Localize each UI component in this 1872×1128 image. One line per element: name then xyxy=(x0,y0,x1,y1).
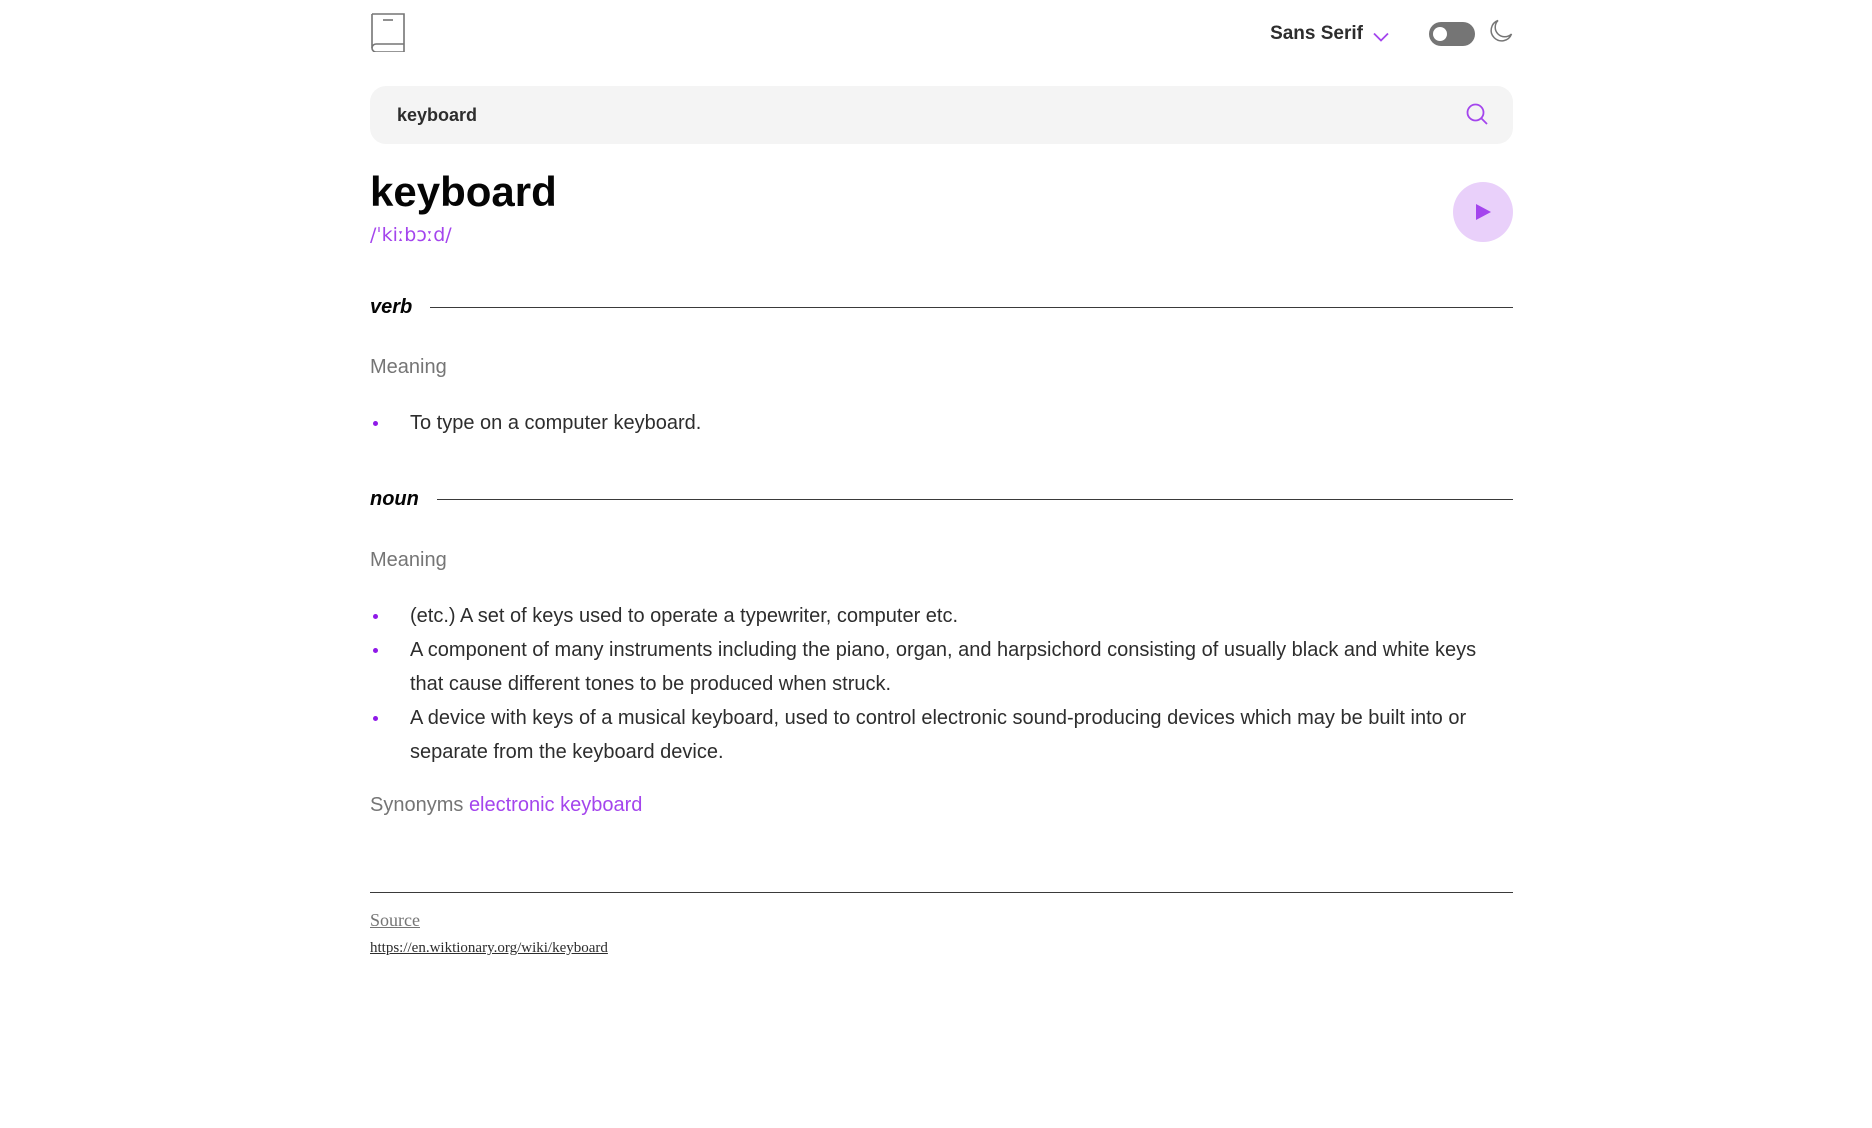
definition-list-verb: To type on a computer keyboard. xyxy=(370,406,1513,440)
word-title: keyboard xyxy=(370,168,557,215)
definition-item: (etc.) A set of keys used to operate a t… xyxy=(370,599,1513,633)
meaning-heading: Meaning xyxy=(370,549,447,571)
search-bar xyxy=(370,86,1513,144)
part-of-speech-label: verb xyxy=(370,295,413,318)
definition-text: A component of many instruments includin… xyxy=(410,639,1477,695)
definition-text: To type on a computer keyboard. xyxy=(410,412,702,434)
bullet xyxy=(373,716,378,721)
definition-list-noun: (etc.) A set of keys used to operate a t… xyxy=(370,599,1513,769)
moon-icon xyxy=(1489,19,1513,43)
definition-text: (etc.) A set of keys used to operate a t… xyxy=(410,605,959,627)
app-header: Sans Serif xyxy=(370,0,1513,60)
section-divider xyxy=(436,498,1513,500)
play-icon xyxy=(1476,204,1491,220)
synonyms-row: Synonyms electronic keyboard xyxy=(370,794,642,817)
font-selector[interactable]: Sans Serif xyxy=(1270,20,1389,48)
chevron-down-icon xyxy=(1373,29,1389,42)
synonym-link[interactable]: electronic keyboard xyxy=(469,794,642,816)
bullet xyxy=(373,421,378,426)
source-link[interactable]: https://en.wiktionary.org/wiki/keyboard xyxy=(370,940,608,957)
section-divider xyxy=(430,306,1513,308)
definition-text: A device with keys of a musical keyboard… xyxy=(410,707,1467,763)
phonetic-text: /ˈkiːbɔːd/ xyxy=(370,224,452,246)
source-label: Source xyxy=(370,910,420,930)
font-selector-label: Sans Serif xyxy=(1270,23,1363,44)
part-of-speech-verb: verb xyxy=(370,292,1513,322)
definition-item: A device with keys of a musical keyboard… xyxy=(370,701,1513,769)
dictionary-page: Sans Serif keyboard keyboard /ˈkiːbɔːd/ … xyxy=(0,0,1872,1128)
theme-toggle[interactable] xyxy=(1429,22,1475,46)
footer-divider xyxy=(370,892,1513,893)
definition-item: A component of many instruments includin… xyxy=(370,633,1513,701)
toggle-knob xyxy=(1433,27,1447,41)
part-of-speech-label: noun xyxy=(370,487,419,510)
definition-item: To type on a computer keyboard. xyxy=(370,406,1513,440)
search-icon[interactable] xyxy=(1466,103,1488,125)
book-icon[interactable] xyxy=(370,12,406,53)
meaning-heading: Meaning xyxy=(370,356,447,378)
bullet xyxy=(373,614,378,619)
bullet xyxy=(373,648,378,653)
search-input[interactable] xyxy=(370,86,1513,144)
content-wrapper: Sans Serif keyboard keyboard /ˈkiːbɔːd/ … xyxy=(370,0,1513,956)
play-audio-button[interactable] xyxy=(1453,182,1513,242)
synonyms-label: Synonyms xyxy=(370,794,464,816)
part-of-speech-noun: noun xyxy=(370,484,1513,514)
